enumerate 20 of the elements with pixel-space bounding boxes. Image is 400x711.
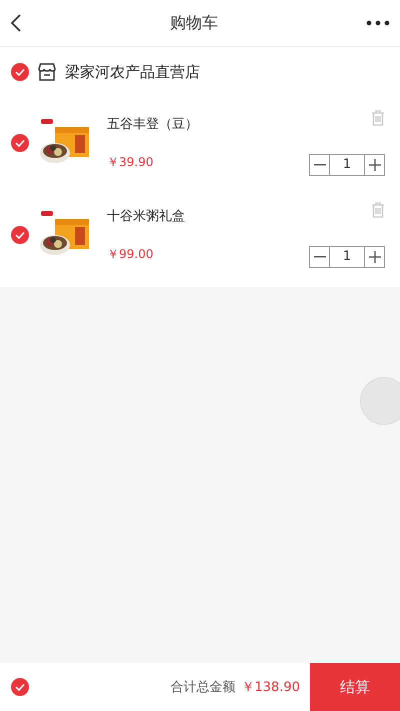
total-label: 合计总金额 (170, 679, 236, 696)
checkout-button[interactable]: 结算 (310, 663, 400, 711)
store-name[interactable]: 梁家河农产品直营店 (65, 62, 200, 82)
product-price: ￥99.00 (107, 246, 154, 263)
checkbox[interactable] (11, 226, 29, 244)
minus-icon (314, 164, 326, 166)
more-icon[interactable] (366, 20, 390, 26)
product-name[interactable]: 五谷丰登（豆） (107, 115, 309, 133)
checkbox[interactable] (11, 134, 29, 152)
product-price: ￥39.90 (107, 154, 154, 171)
plus-icon (368, 159, 380, 171)
plus-icon (368, 251, 380, 263)
product-name[interactable]: 十谷米粥礼盒 (107, 207, 309, 225)
store-icon (37, 62, 57, 82)
total-amount: ￥138.90 (242, 679, 300, 696)
page-title: 购物车 (170, 12, 218, 34)
select-all-checkbox[interactable] (11, 678, 29, 696)
minus-icon (314, 256, 326, 258)
back-icon[interactable] (10, 13, 22, 33)
checkbox[interactable] (11, 63, 29, 81)
